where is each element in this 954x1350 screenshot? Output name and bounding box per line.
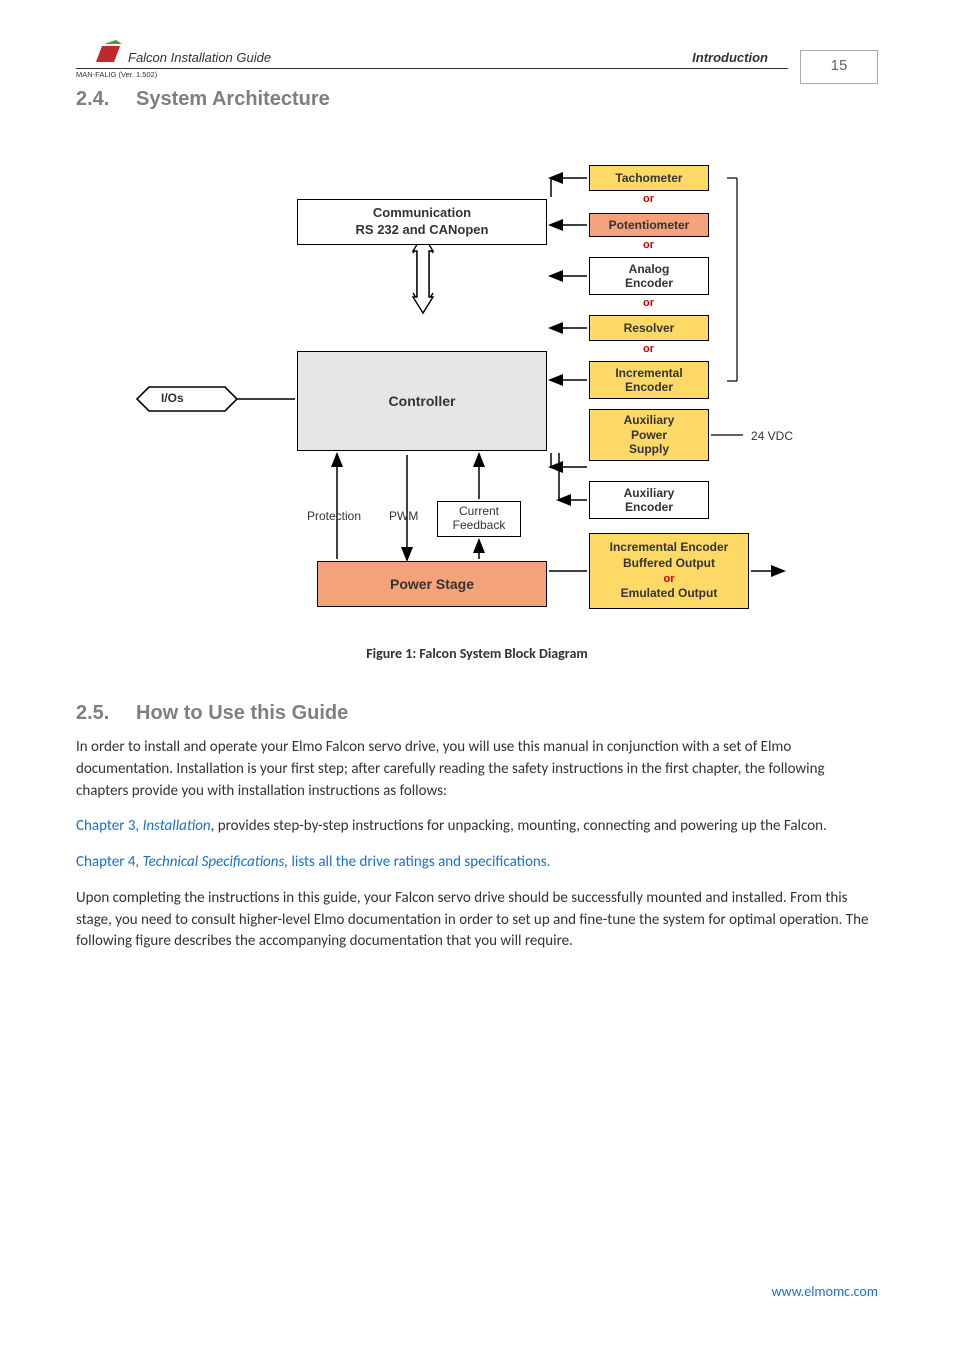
auxpw-l3: Supply [629,442,669,456]
p3-rest[interactable]: lists all the drive ratings and specific… [288,853,550,871]
doc-title: Falcon Installation Guide [128,50,271,65]
anenc-l1: Analog [629,262,670,276]
power-stage-box: Power Stage [317,561,547,607]
current-l1: Current [459,505,499,519]
incenc-l1: Incremental [615,366,682,380]
pot-label: Potentiometer [609,218,690,232]
page-number-box: 15 [800,50,878,84]
ibuf-l1: Incremental Encoder [610,540,729,556]
section-number-25: 2.5. [76,702,136,725]
or-label-3: or [643,297,654,309]
chapter4-link[interactable]: Chapter 4, [76,853,143,871]
analog-encoder-box: Analog Encoder [589,257,709,295]
header-rule [76,68,788,69]
vdc-label: 24 VDC [751,429,793,443]
body-p1: In order to install and operate your Elm… [76,737,878,802]
body-p4: Upon completing the instructions in this… [76,888,878,953]
chapter4-title[interactable]: Technical Specifications, [143,853,289,871]
ios-label: I/Os [161,391,184,405]
ibuf-l3: Emulated Output [621,586,718,602]
section-2-4-heading: 2.4. System Architecture [76,88,878,111]
section-2-5-heading: 2.5. How to Use this Guide [76,702,878,725]
current-l2: Feedback [453,519,506,533]
page-number: 15 [831,57,848,74]
tachometer-box: Tachometer [589,165,709,191]
or-label-4: or [643,343,654,355]
controller-label: Controller [389,393,456,409]
auxen-l1: Auxiliary [624,486,675,500]
potentiometer-box: Potentiometer [589,213,709,237]
section-title: System Architecture [136,88,330,111]
footer-url[interactable]: www.elmomc.com [771,1283,878,1300]
chapter3-title[interactable]: Installation [143,817,211,835]
anenc-l2: Encoder [625,276,673,290]
power-stage-label: Power Stage [390,576,474,592]
tacho-label: Tachometer [615,171,682,185]
body-p3: Chapter 4, Technical Specifications, lis… [76,852,878,874]
or-label-2: or [643,239,654,251]
or-label-1: or [643,193,654,205]
auxpw-l1: Auxiliary [624,413,675,427]
auxpw-l2: Power [631,428,667,442]
section-name: Introduction [692,50,768,65]
page-header: Falcon Installation Guide Introduction M… [76,46,878,76]
comm-line1: Communication [373,205,471,222]
resolver-label: Resolver [624,321,675,335]
aux-power-supply-box: Auxiliary Power Supply [589,409,709,461]
aux-encoder-box: Auxiliary Encoder [589,481,709,519]
protection-label: Protection [307,509,361,523]
logo-icon [76,40,124,68]
section-title-25: How to Use this Guide [136,702,348,725]
figure-caption: Figure 1: Falcon System Block Diagram [76,645,878,662]
communication-box: Communication RS 232 and CANopen [297,199,547,245]
ibuf-or: or [664,572,675,586]
p2-rest: , provides step-by-step instructions for… [211,817,827,835]
controller-box: Controller [297,351,547,451]
version-line: MAN-FALIG (Ver. 1.502) [76,70,157,79]
section-number: 2.4. [76,88,136,111]
page: Falcon Installation Guide Introduction M… [0,0,954,1350]
incenc-l2: Encoder [625,380,673,394]
ibuf-l2: Buffered Output [623,556,715,572]
chapter3-link[interactable]: Chapter 3, [76,817,143,835]
system-block-diagram: Communication RS 232 and CANopen Control… [127,121,827,631]
current-feedback-box: Current Feedback [437,501,521,537]
incremental-encoder-box: Incremental Encoder [589,361,709,399]
resolver-box: Resolver [589,315,709,341]
inc-encoder-output-box: Incremental Encoder Buffered Output or E… [589,533,749,609]
auxen-l2: Encoder [625,500,673,514]
body-p2: Chapter 3, Installation, provides step-b… [76,816,878,838]
comm-line2: RS 232 and CANopen [356,222,489,239]
pwm-label: PWM [389,509,418,523]
